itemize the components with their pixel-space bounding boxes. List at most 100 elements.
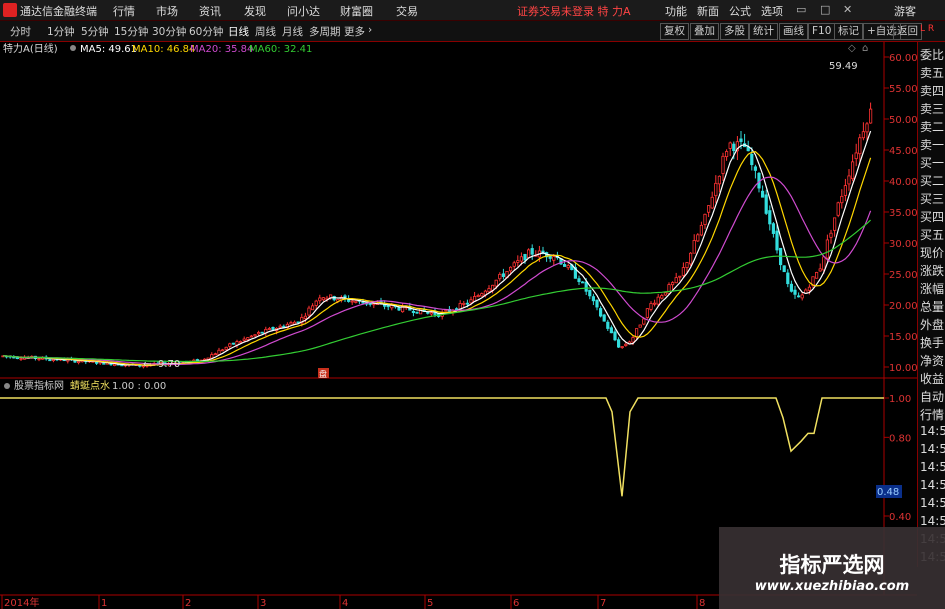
menu-trade[interactable]: 交易 bbox=[396, 3, 418, 19]
btn-adjust[interactable]: 复权 bbox=[660, 23, 689, 40]
btn-mark[interactable]: 标记 bbox=[834, 23, 863, 40]
period-monthly[interactable]: 月线 bbox=[282, 24, 303, 39]
kline-chart[interactable]: 60.00 55.00 50.00 45.00 40.00 35.00 30.00 25.00… bbox=[0, 42, 917, 609]
candle-body bbox=[761, 190, 765, 198]
candle-body bbox=[563, 264, 567, 267]
side-panel-item[interactable]: 自动 bbox=[920, 388, 944, 405]
menu-discover[interactable]: 发现 bbox=[244, 3, 266, 19]
candle-body bbox=[851, 161, 855, 180]
low-arrow-icon: ← bbox=[143, 359, 151, 370]
period-weekly[interactable]: 周线 bbox=[255, 24, 276, 39]
period-5min[interactable]: 5分钟 bbox=[81, 24, 109, 39]
candle-body bbox=[714, 182, 718, 197]
maximize-icon[interactable]: □ bbox=[820, 3, 830, 16]
candle-body bbox=[231, 342, 235, 345]
diamond-icon[interactable]: ◇ bbox=[848, 43, 856, 54]
candle-body bbox=[775, 230, 779, 251]
indicator-settings-icon[interactable] bbox=[4, 383, 10, 389]
candle-body bbox=[645, 308, 650, 318]
candle-body bbox=[624, 343, 628, 346]
side-panel-item: 买二 bbox=[920, 174, 945, 188]
side-panel-item: 14:5 bbox=[920, 424, 945, 438]
candle-body bbox=[602, 314, 606, 322]
candle-body bbox=[310, 305, 315, 311]
side-panel-item: 涨幅 bbox=[920, 282, 945, 296]
candle-body bbox=[426, 311, 430, 314]
candle-body bbox=[710, 196, 714, 209]
ma5-label: MA5: 49.61 bbox=[80, 44, 137, 55]
btn-multi-stock[interactable]: 多股 bbox=[720, 23, 749, 40]
candle-body bbox=[869, 108, 873, 124]
x-axis-label: 4 bbox=[342, 598, 348, 609]
period-60min[interactable]: 60分钟 bbox=[189, 24, 223, 39]
panel-corner-label[interactable]: L R bbox=[920, 24, 934, 34]
candle-body bbox=[685, 262, 689, 268]
menu-function[interactable]: 功能 bbox=[665, 3, 687, 19]
gear-icon[interactable]: ⌂ bbox=[862, 43, 868, 54]
candle-body bbox=[48, 359, 52, 362]
candle-body bbox=[782, 265, 786, 273]
candle-body bbox=[289, 322, 293, 325]
btn-overlay[interactable]: 叠加 bbox=[690, 23, 719, 40]
btn-back[interactable]: 返回 bbox=[893, 23, 922, 40]
candle-body bbox=[807, 286, 812, 291]
candle-body bbox=[476, 295, 480, 298]
ma20-label: MA20: 35.84 bbox=[190, 44, 253, 55]
period-1min[interactable]: 1分钟 bbox=[47, 24, 75, 39]
period-30min[interactable]: 30分钟 bbox=[152, 24, 186, 39]
side-panel-item: 14:5 bbox=[920, 478, 945, 492]
candle-body bbox=[530, 248, 534, 255]
candle-body bbox=[703, 213, 707, 225]
period-15min[interactable]: 15分钟 bbox=[114, 24, 148, 39]
candle-body bbox=[789, 283, 794, 292]
candle-body bbox=[750, 153, 754, 166]
period-daily[interactable]: 日线 bbox=[228, 24, 249, 39]
price-tick-label: 55.00 bbox=[889, 84, 917, 95]
candle-body bbox=[256, 332, 261, 335]
menu-formula[interactable]: 公式 bbox=[729, 3, 751, 19]
btn-f10[interactable]: F10 bbox=[808, 23, 836, 40]
menu-options[interactable]: 选项 bbox=[761, 3, 783, 19]
candle-body bbox=[217, 349, 221, 355]
menu-market[interactable]: 市场 bbox=[156, 3, 178, 19]
candle-body bbox=[822, 256, 826, 271]
candle-body bbox=[793, 289, 797, 295]
guest-label[interactable]: 游客 bbox=[894, 3, 916, 19]
period-timeshare[interactable]: 分时 bbox=[10, 24, 31, 39]
minimize-icon[interactable]: ▭ bbox=[796, 3, 806, 16]
btn-stats[interactable]: 统计 bbox=[749, 23, 778, 40]
btn-draw[interactable]: 画线 bbox=[779, 23, 808, 40]
price-tick-label: 50.00 bbox=[889, 115, 917, 126]
menu-quotes[interactable]: 行情 bbox=[113, 3, 135, 19]
candle-body bbox=[833, 217, 837, 231]
menu-wealth[interactable]: 财富圈 bbox=[340, 3, 373, 19]
menu-new-layout[interactable]: 新面 bbox=[697, 3, 719, 19]
candle-body bbox=[220, 349, 225, 352]
menubar: 通达信金融终端 行情 市场 资讯 发现 问小达 财富圈 交易 证券交易未登录 特… bbox=[0, 0, 945, 21]
side-panel-item[interactable]: 行情 bbox=[920, 406, 944, 423]
candle-body bbox=[498, 273, 502, 280]
candle-body bbox=[699, 224, 704, 236]
close-icon[interactable]: ✕ bbox=[843, 3, 852, 16]
candle-body bbox=[854, 152, 858, 160]
candle-body bbox=[818, 268, 822, 272]
side-panel-item: 卖四 bbox=[920, 84, 945, 98]
candle-body bbox=[267, 328, 272, 330]
candle-body bbox=[354, 300, 358, 303]
candle-body bbox=[728, 142, 732, 149]
candle-body bbox=[307, 307, 311, 316]
ma60-label: MA60: 32.41 bbox=[249, 44, 312, 55]
candle-body bbox=[797, 295, 801, 298]
app-logo-icon bbox=[3, 3, 17, 17]
menu-news[interactable]: 资讯 bbox=[199, 3, 221, 19]
x-axis-label: 5 bbox=[427, 598, 433, 609]
candle-body bbox=[512, 262, 516, 267]
candle-body bbox=[588, 289, 592, 297]
period-more[interactable]: 更多 bbox=[344, 24, 365, 39]
candle-body bbox=[15, 357, 20, 360]
price-tick-label: 40.00 bbox=[889, 177, 917, 188]
menu-ask[interactable]: 问小达 bbox=[287, 3, 320, 19]
settings-dot-icon[interactable] bbox=[70, 45, 76, 51]
period-multi[interactable]: 多周期 bbox=[309, 24, 341, 39]
chevron-right-icon[interactable]: › bbox=[368, 24, 372, 36]
